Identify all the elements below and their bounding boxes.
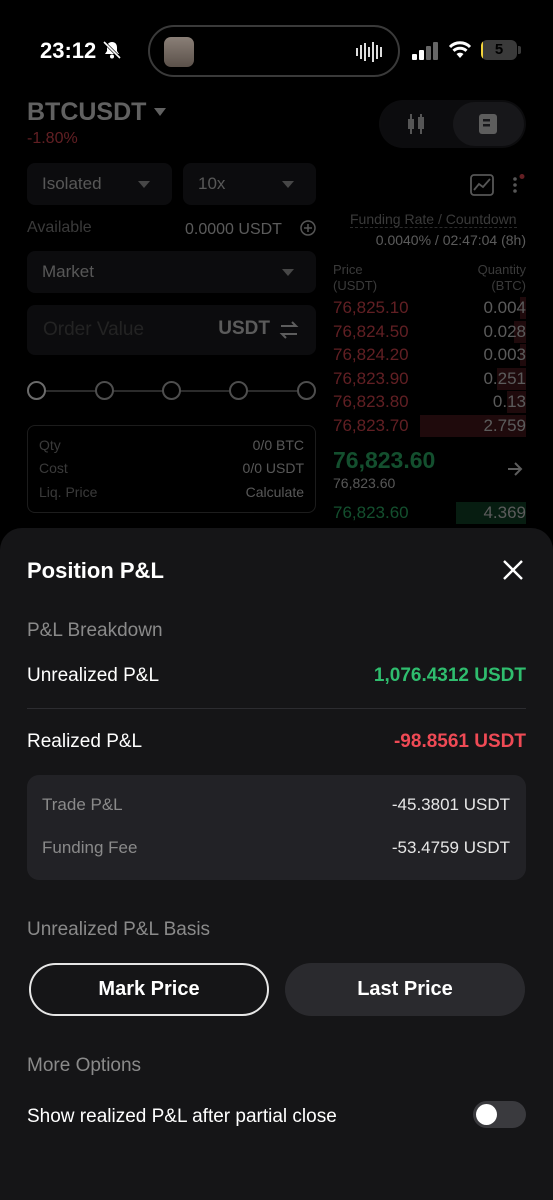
qty-header-line1: Quantity: [477, 262, 526, 277]
bid-row[interactable]: 76,823.60 4.369: [333, 502, 526, 524]
funding-rate-label[interactable]: Funding Rate / Countdown: [350, 211, 517, 228]
toggle-thumb: [476, 1104, 497, 1125]
chevron-down-icon: [282, 181, 294, 188]
slider-knob-100[interactable]: [297, 381, 316, 400]
slider-knob-50[interactable]: [162, 381, 181, 400]
qty-value: 0/0 BTC: [252, 437, 304, 453]
ask-qty: 0.13: [492, 392, 526, 412]
cost-value: 0/0 USDT: [242, 460, 304, 476]
chart-icon[interactable]: [470, 174, 494, 196]
realized-pnl-label: Realized P&L: [27, 731, 143, 752]
more-options-icon[interactable]: [512, 174, 526, 196]
show-realized-pnl-label: Show realized P&L after partial close: [27, 1106, 337, 1127]
price-header-line2: (USDT): [333, 278, 378, 293]
available-label: Available: [27, 219, 92, 236]
unrealized-pnl-label: Unrealized P&L: [27, 665, 160, 686]
last-price: 76,823.60: [333, 447, 436, 473]
position-pnl-sheet: Position P&L P&L Breakdown Unrealized P&…: [0, 528, 553, 1200]
ask-price: 76,824.20: [333, 345, 409, 365]
swap-icon[interactable]: [278, 320, 300, 340]
bid-price: 76,823.60: [333, 503, 409, 522]
ask-row[interactable]: 76,823.70 2.759: [333, 415, 526, 437]
orderbook-price-header: Price (USDT): [333, 262, 377, 294]
order-summary: Qty 0/0 BTC Cost 0/0 USDT Liq. Price Cal…: [27, 425, 316, 513]
pnl-breakdown-heading: P&L Breakdown: [27, 620, 163, 641]
order-book-icon[interactable]: [477, 112, 499, 136]
funding-fee-value: -53.4759 USDT: [391, 838, 510, 857]
last-price-button[interactable]: Last Price: [285, 963, 525, 1016]
ask-qty: 2.759: [483, 416, 526, 435]
order-type-dropdown[interactable]: Market: [27, 251, 316, 293]
leverage-value: 10x: [198, 174, 226, 193]
ask-price: 76,823.90: [333, 368, 409, 388]
orderbook-qty-header: Quantity (BTC): [478, 262, 526, 294]
ask-qty: 0.028: [483, 321, 526, 341]
chevron-down-icon: [282, 269, 294, 276]
ask-row[interactable]: 76,825.10 0.004: [333, 297, 526, 319]
price-header-line1: Price: [333, 262, 363, 277]
ask-row[interactable]: 76,823.80 0.13: [333, 391, 526, 414]
ask-price: 76,825.10: [333, 298, 409, 317]
arrow-right-icon[interactable]: [506, 460, 524, 478]
divider: [27, 708, 526, 709]
order-currency: USDT: [218, 318, 270, 339]
ask-qty: 0.003: [483, 345, 526, 365]
add-circle-icon[interactable]: [300, 220, 316, 236]
ask-qty: 0.004: [483, 298, 526, 317]
funding-rate-value: 0.0040% / 02:47:04 (8h): [375, 232, 526, 248]
ask-row[interactable]: 76,823.90 0.251: [333, 367, 526, 390]
candlestick-icon[interactable]: [405, 112, 427, 136]
more-options-heading: More Options: [27, 1055, 142, 1076]
symbol-title[interactable]: BTCUSDT: [27, 98, 146, 127]
ask-row[interactable]: 76,824.50 0.028: [333, 320, 526, 343]
symbol-caret-icon[interactable]: [154, 108, 166, 116]
show-realized-pnl-toggle[interactable]: [473, 1101, 526, 1128]
margin-mode-dropdown[interactable]: Isolated: [27, 163, 172, 205]
ask-qty: 0.251: [483, 368, 526, 388]
slider-knob-0[interactable]: [27, 381, 46, 400]
ask-price: 76,823.80: [333, 392, 409, 412]
funding-fee-label: Funding Fee: [42, 838, 138, 857]
slider-knob-75[interactable]: [229, 381, 248, 400]
ask-price: 76,823.70: [333, 416, 409, 435]
pnl-basis-heading: Unrealized P&L Basis: [27, 919, 211, 940]
ask-row[interactable]: 76,824.20 0.003: [333, 344, 526, 367]
price-change: -1.80%: [27, 130, 78, 147]
order-value-input[interactable]: Order Value USDT: [27, 305, 316, 355]
close-icon[interactable]: [499, 556, 527, 584]
unrealized-pnl-value: 1,076.4312 USDT: [373, 665, 526, 686]
qty-header-line2: (BTC): [491, 278, 526, 293]
realized-pnl-value: -98.8561 USDT: [393, 731, 526, 752]
leverage-dropdown[interactable]: 10x: [183, 163, 316, 205]
ask-price: 76,824.50: [333, 321, 409, 341]
sheet-title: Position P&L: [27, 558, 164, 583]
bid-qty: 4.369: [483, 503, 526, 522]
liq-calculate-link[interactable]: Calculate: [246, 484, 304, 500]
mark-price-button[interactable]: Mark Price: [29, 963, 269, 1016]
order-value-placeholder: Order Value: [43, 319, 145, 340]
trade-pnl-label: Trade P&L: [42, 795, 123, 814]
margin-mode-value: Isolated: [42, 174, 102, 193]
liq-price-label: Liq. Price: [39, 484, 98, 500]
order-type-value: Market: [42, 262, 94, 281]
available-value: 0.0000 USDT: [185, 221, 282, 238]
chevron-down-icon: [138, 181, 150, 188]
qty-label: Qty: [39, 437, 61, 453]
trade-pnl-value: -45.3801 USDT: [391, 795, 510, 814]
cost-label: Cost: [39, 460, 68, 476]
mark-price: 76,823.60: [333, 475, 396, 491]
realized-pnl-details: Trade P&L -45.3801 USDT Funding Fee -53.…: [27, 775, 526, 880]
slider-knob-25[interactable]: [95, 381, 114, 400]
